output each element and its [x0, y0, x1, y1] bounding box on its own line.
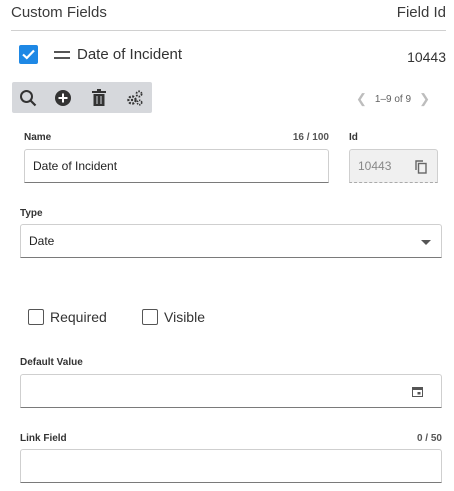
required-label[interactable]: Required [50, 309, 107, 325]
id-value: 10443 [358, 159, 392, 173]
checkmark-icon [22, 49, 35, 60]
link-field-label: Link Field [20, 433, 67, 444]
dropdown-arrow-icon [421, 240, 431, 245]
visible-label[interactable]: Visible [164, 309, 205, 325]
type-label: Type [20, 208, 43, 219]
visible-checkbox[interactable] [142, 309, 158, 325]
chevron-left-icon[interactable]: ❮ [356, 91, 367, 107]
link-field-input[interactable] [20, 449, 442, 483]
calendar-icon[interactable] [412, 386, 423, 397]
field-toolbar [12, 82, 152, 113]
delete-button[interactable] [88, 87, 110, 109]
settings-button[interactable] [124, 87, 146, 109]
name-char-counter: 16 / 100 [292, 132, 329, 143]
trash-icon [92, 89, 106, 106]
type-select-value: Date [29, 234, 55, 248]
name-label: Name [24, 132, 52, 143]
field-id-value: 10443 [407, 49, 446, 65]
name-input[interactable]: Date of Incident [24, 149, 329, 183]
chevron-right-icon[interactable]: ❯ [419, 91, 430, 107]
drag-handle-icon[interactable] [54, 51, 70, 63]
default-value-input[interactable] [20, 374, 442, 408]
search-icon [20, 90, 37, 107]
panel-title: Custom Fields [11, 4, 107, 21]
field-name-label[interactable]: Date of Incident [77, 46, 182, 63]
id-label: Id [349, 132, 358, 143]
field-select-checkbox[interactable] [19, 45, 38, 64]
type-select[interactable]: Date [20, 224, 442, 258]
link-field-char-counter: 0 / 50 [416, 433, 442, 444]
cogs-icon [127, 90, 143, 106]
field-id-column-header: Field Id [396, 4, 446, 21]
id-input: 10443 [349, 149, 438, 183]
required-checkbox[interactable] [28, 309, 44, 325]
header-divider [11, 30, 446, 31]
default-value-label: Default Value [20, 357, 83, 368]
add-field-button[interactable] [52, 87, 74, 109]
search-button[interactable] [17, 87, 39, 109]
copy-icon[interactable] [415, 160, 427, 174]
pagination-range: 1–9 of 9 [374, 93, 412, 105]
add-circle-icon [55, 90, 71, 106]
pagination: ❮ 1–9 of 9 ❯ [356, 91, 430, 107]
